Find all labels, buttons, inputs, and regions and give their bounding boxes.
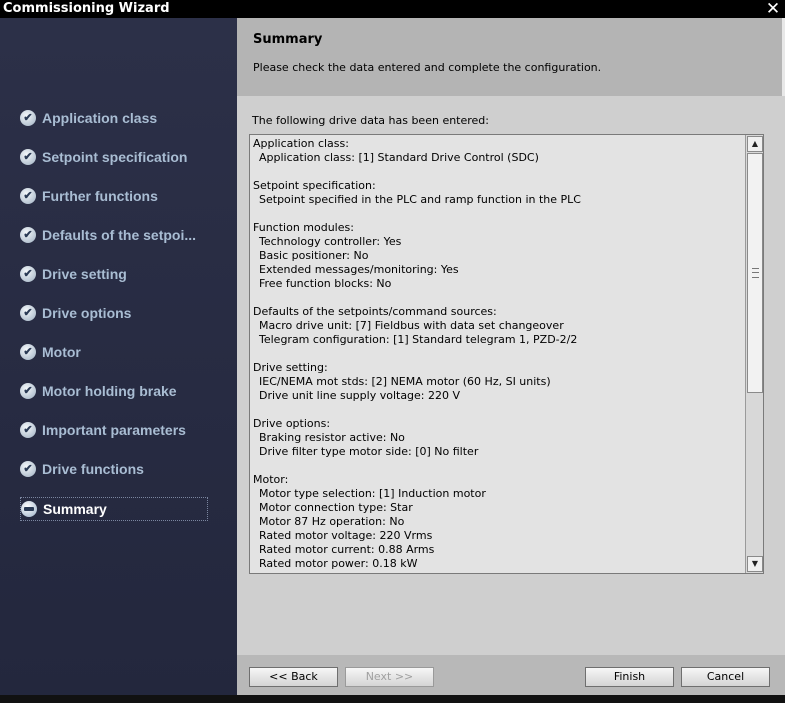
summary-section: Drive options: Braking resistor active: … (253, 417, 743, 459)
check-circle-icon: ✔ (20, 383, 36, 399)
sidebar-item-label: Defaults of the setpoi... (42, 227, 197, 243)
sidebar-item-summary[interactable]: Summary (20, 497, 208, 521)
section-line: Rated motor current: 0.88 Arms (259, 543, 435, 556)
sidebar-item-label: Motor (42, 344, 81, 360)
check-circle-icon: ✔ (20, 227, 36, 243)
vertical-scrollbar[interactable]: ▲ ▼ (745, 135, 763, 573)
next-button[interactable]: Next >> (345, 667, 434, 687)
summary-text-box[interactable]: Application class: Application class: [1… (249, 134, 764, 574)
button-bar: << Back Next >> Finish Cancel (237, 655, 785, 695)
sidebar-item-drive-setting[interactable]: ✔ Drive setting (20, 263, 127, 285)
section-line: Braking resistor active: No (259, 431, 405, 444)
window-title: Commissioning Wizard (3, 1, 170, 16)
summary-content: Application class: Application class: [1… (253, 137, 743, 573)
section-line: Macro drive unit: [7] Fieldbus with data… (259, 319, 564, 332)
section-heading: Drive setting: (253, 361, 328, 374)
section-heading: Setpoint specification: (253, 179, 376, 192)
next-button-label: Next (365, 670, 392, 683)
section-line: Extended messages/monitoring: Yes (259, 263, 459, 276)
sidebar-item-label: Further functions (42, 188, 158, 204)
section-line: Motor connection type: Star (259, 501, 413, 514)
summary-section: Setpoint specification: Setpoint specifi… (253, 179, 743, 207)
section-line: IEC/NEMA mot stds: [2] NEMA motor (60 Hz… (259, 375, 551, 388)
section-line: Telegram configuration: [1] Standard tel… (259, 333, 578, 346)
page-description: Please check the data entered and comple… (253, 61, 602, 74)
page-header: Summary Please check the data entered an… (237, 18, 785, 96)
check-circle-icon: ✔ (20, 188, 36, 204)
sidebar-item-label: Drive options (42, 305, 132, 321)
grip-icon (752, 268, 759, 278)
summary-section: Drive setting: IEC/NEMA mot stds: [2] NE… (253, 361, 743, 403)
finish-button[interactable]: Finish (585, 667, 674, 687)
section-line: Motor type selection: [1] Induction moto… (259, 487, 486, 500)
sidebar-item-label: Important parameters (42, 422, 186, 438)
sidebar-item-motor-holding-brake[interactable]: ✔ Motor holding brake (20, 380, 177, 402)
next-button-arrows: >> (394, 670, 414, 683)
back-button[interactable]: << Back (249, 667, 338, 687)
current-step-icon (21, 501, 37, 517)
main-panel: Summary Please check the data entered an… (237, 18, 785, 695)
summary-intro: The following drive data has been entere… (252, 114, 489, 127)
sidebar-item-label: Drive functions (42, 461, 144, 477)
sidebar-item-setpoint-specification[interactable]: ✔ Setpoint specification (20, 146, 187, 168)
window-bottom-border (0, 695, 785, 703)
section-line: Technology controller: Yes (259, 235, 402, 248)
summary-section: Defaults of the setpoints/command source… (253, 305, 743, 347)
sidebar-item-label: Drive setting (42, 266, 127, 282)
scrollbar-thumb[interactable] (747, 153, 763, 393)
scroll-down-arrow-icon[interactable]: ▼ (747, 556, 763, 572)
section-heading: Defaults of the setpoints/command source… (253, 305, 497, 318)
close-icon[interactable]: ✕ (765, 0, 781, 18)
wizard-steps-sidebar: ✔ Application class ✔ Setpoint specifica… (0, 18, 237, 695)
summary-section: Motor: Motor type selection: [1] Inducti… (253, 473, 743, 571)
sidebar-item-application-class[interactable]: ✔ Application class (20, 107, 157, 129)
section-line: Rated motor power: 0.18 kW (259, 557, 418, 570)
section-heading: Drive options: (253, 417, 331, 430)
section-line: Motor 87 Hz operation: No (259, 515, 405, 528)
check-circle-icon: ✔ (20, 344, 36, 360)
section-line: Drive unit line supply voltage: 220 V (259, 389, 461, 402)
section-heading: Motor: (253, 473, 289, 486)
check-circle-icon: ✔ (20, 266, 36, 282)
section-line: Drive filter type motor side: [0] No fil… (259, 445, 479, 458)
section-heading: Application class: (253, 137, 349, 150)
sidebar-item-drive-options[interactable]: ✔ Drive options (20, 302, 131, 324)
section-line: Application class: [1] Standard Drive Co… (259, 151, 539, 164)
sidebar-item-label: Application class (42, 110, 158, 126)
sidebar-item-defaults-setpoints[interactable]: ✔ Defaults of the setpoi... (20, 224, 196, 246)
check-circle-icon: ✔ (20, 149, 36, 165)
sidebar-item-important-parameters[interactable]: ✔ Important parameters (20, 419, 186, 441)
check-circle-icon: ✔ (20, 305, 36, 321)
section-line: Setpoint specified in the PLC and ramp f… (259, 193, 581, 206)
sidebar-item-label: Setpoint specification (42, 149, 188, 165)
sidebar-item-label: Motor holding brake (42, 383, 177, 399)
check-circle-icon: ✔ (20, 110, 36, 126)
section-line: Basic positioner: No (259, 249, 369, 262)
sidebar-item-label: Summary (43, 501, 107, 517)
check-circle-icon: ✔ (20, 422, 36, 438)
sidebar-item-drive-functions[interactable]: ✔ Drive functions (20, 458, 144, 480)
check-circle-icon: ✔ (20, 461, 36, 477)
page-title: Summary (253, 32, 323, 47)
scroll-up-arrow-icon[interactable]: ▲ (747, 136, 763, 152)
title-bar: Commissioning Wizard ✕ (0, 0, 785, 18)
summary-section: Function modules: Technology controller:… (253, 221, 743, 291)
section-heading: Function modules: (253, 221, 354, 234)
commissioning-wizard-window: Commissioning Wizard ✕ ✔ Application cla… (0, 0, 785, 703)
section-line: Rated motor voltage: 220 Vrms (259, 529, 433, 542)
sidebar-item-motor[interactable]: ✔ Motor (20, 341, 81, 363)
cancel-button[interactable]: Cancel (681, 667, 770, 687)
sidebar-item-further-functions[interactable]: ✔ Further functions (20, 185, 158, 207)
section-line: Free function blocks: No (259, 277, 392, 290)
summary-section: Application class: Application class: [1… (253, 137, 743, 165)
